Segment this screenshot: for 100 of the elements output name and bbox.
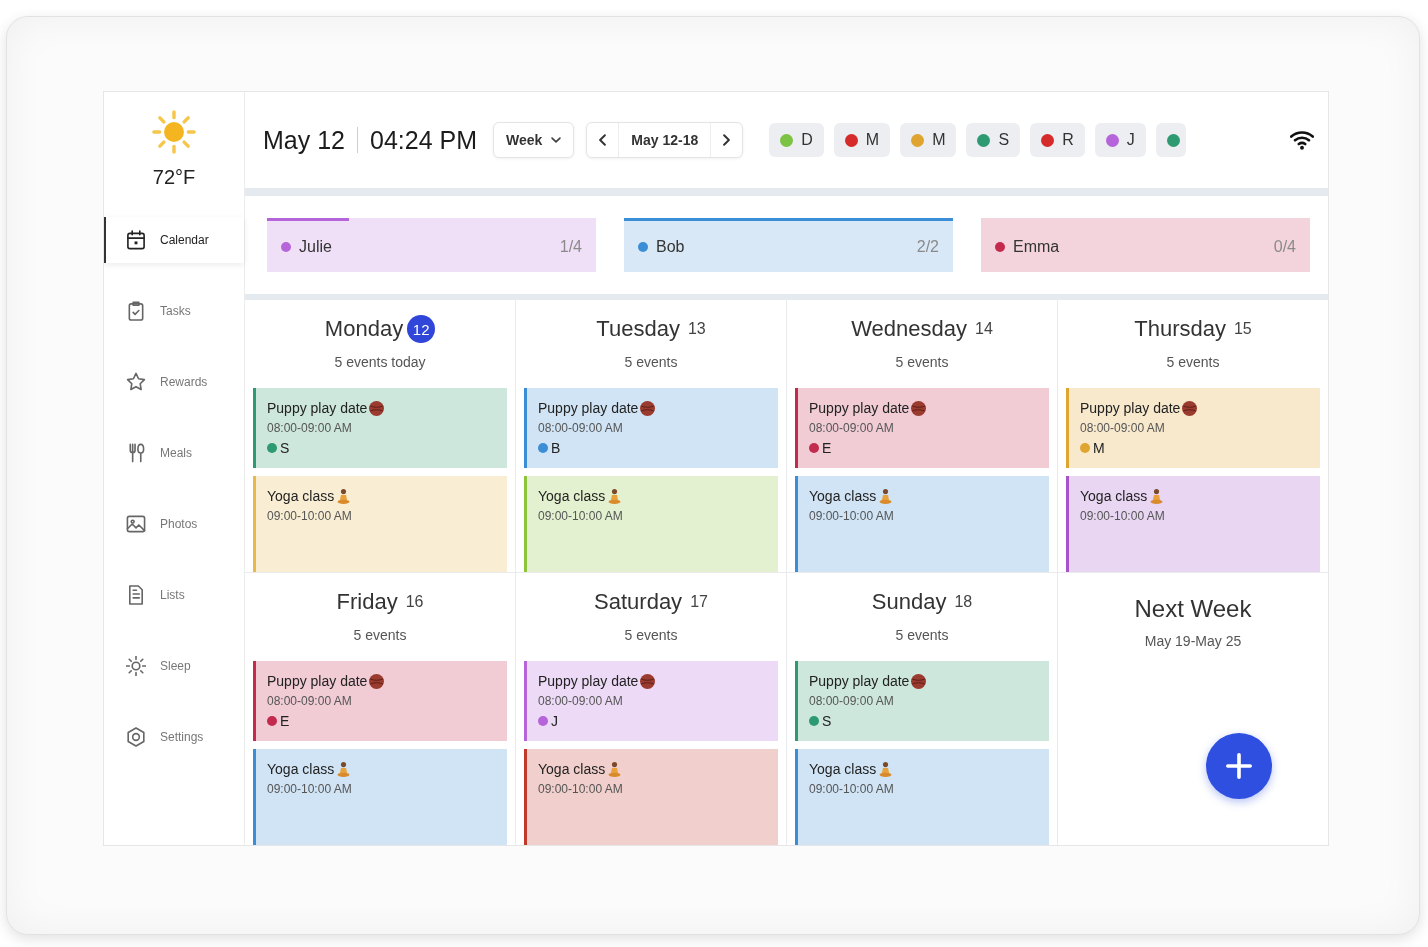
nav-item[interactable]: Rewards [104,349,244,415]
event-card[interactable]: Yoga class 09:00-10:00 AM [524,476,778,572]
day-name: Tuesday [596,316,680,342]
meditating-person-icon [336,488,352,504]
document-icon [126,585,146,605]
event-card[interactable]: Puppy play date 08:00-09:00 AM S [253,388,507,468]
event-card[interactable]: Yoga class 09:00-10:00 AM [253,476,507,572]
day-name: Monday [324,316,404,342]
nav-item[interactable]: Settings [104,704,244,770]
event-time: 09:00-10:00 AM [809,509,894,523]
family-member-chip[interactable]: J [1094,123,1146,157]
event-time: 09:00-10:00 AM [267,509,352,523]
event-card[interactable]: Yoga class 09:00-10:00 AM [795,749,1049,845]
event-title: Puppy play date [809,400,910,416]
family-member-chip[interactable] [1155,123,1186,157]
meditating-person-icon [607,761,623,777]
event-card[interactable]: Yoga class 09:00-10:00 AM [795,476,1049,572]
meditating-person-icon [878,761,894,777]
day-number: 16 [405,593,424,611]
event-count: 5 events today [334,354,426,370]
event-count: 5 events [895,354,949,370]
event-card[interactable]: Yoga class 09:00-10:00 AM [253,749,507,845]
day-name: Saturday [594,589,683,615]
date-text: May 12 [263,125,345,155]
person-progress-card[interactable]: Julie 1/4 [267,218,596,272]
person-initial: S [280,440,290,456]
event-time: 08:00-09:00 AM [267,421,353,435]
family-member-chip[interactable]: R [1030,123,1085,157]
event-time: 09:00-10:00 AM [809,782,894,796]
nav-item[interactable]: Photos [104,491,244,557]
event-card[interactable]: Puppy play date 08:00-09:00 AM B [524,388,778,468]
ball-icon [640,400,656,416]
person-name: Bob [656,237,685,256]
date-range-text: May 12-18 [618,123,712,157]
nav-item[interactable]: Lists [104,562,244,628]
day-number: 12 [407,315,436,343]
chevron-down-icon [551,137,562,143]
day-name: Thursday [1134,316,1226,342]
day-number: 14 [975,320,993,338]
star-icon [126,372,146,392]
person-initial: B [551,440,561,456]
event-time: 08:00-09:00 AM [1080,421,1166,435]
event-count: 5 events [895,627,949,643]
nav-item[interactable]: Sleep [104,633,244,699]
day-name: Wednesday [851,316,967,342]
ball-icon [911,400,927,416]
day-number: 13 [687,320,706,338]
temperature: 72°F [152,166,196,189]
image-icon [126,514,146,534]
family-member-chip[interactable]: M [833,123,891,157]
event-time: 08:00-09:00 AM [809,421,895,435]
add-event-button[interactable] [1206,733,1272,799]
person-progress-card[interactable]: Bob 2/2 [624,218,953,272]
task-count: 0/4 [1273,237,1296,256]
event-card[interactable]: Puppy play date 08:00-09:00 AM J [524,661,778,741]
event-title: Puppy play date [267,673,368,689]
day-number: 15 [1233,320,1252,338]
person-name: Emma [1013,237,1060,256]
event-card[interactable]: Puppy play date 08:00-09:00 AM E [795,388,1049,468]
chevron-right-icon [723,134,731,146]
person-initial: M [1093,440,1105,456]
event-title: Yoga class [538,761,606,777]
family-member-chip[interactable]: D [769,123,824,157]
event-title: Puppy play date [1080,400,1181,416]
sun-icon [126,656,146,676]
task-count: 2/2 [916,237,939,256]
meditating-person-icon [1149,488,1165,504]
event-time: 09:00-10:00 AM [1080,509,1165,523]
event-card[interactable]: Puppy play date 08:00-09:00 AM M [1066,388,1320,468]
calendar-icon [126,230,146,250]
fork-spoon-icon [126,443,146,463]
person-progress-card[interactable]: Emma 0/4 [981,218,1310,272]
nav-item[interactable]: Meals [104,420,244,486]
event-count: 5 events [1166,354,1220,370]
nav-item[interactable]: Calendar [104,217,244,263]
event-card[interactable]: Yoga class 09:00-10:00 AM [1066,476,1320,572]
family-member-chip[interactable]: S [966,123,1021,157]
event-title: Yoga class [809,488,877,504]
event-title: Yoga class [538,488,606,504]
event-time: 09:00-10:00 AM [538,509,623,523]
ball-icon [369,673,385,689]
event-card[interactable]: Puppy play date 08:00-09:00 AM E [253,661,507,741]
event-time: 09:00-10:00 AM [267,782,352,796]
event-card[interactable]: Yoga class 09:00-10:00 AM [524,749,778,845]
event-title: Puppy play date [538,400,639,416]
person-initial: E [822,440,832,456]
event-title: Yoga class [267,761,335,777]
chevron-left-icon [599,134,607,146]
meditating-person-icon [607,488,623,504]
event-title: Yoga class [1080,488,1148,504]
family-member-chip[interactable]: M [900,123,957,157]
event-title: Puppy play date [267,400,368,416]
event-title: Puppy play date [538,673,639,689]
ball-icon [369,400,385,416]
event-time: 08:00-09:00 AM [538,694,624,708]
view-dropdown[interactable]: Week [493,122,575,158]
event-card[interactable]: Puppy play date 08:00-09:00 AM S [795,661,1049,741]
nav-item[interactable]: Tasks [104,278,244,344]
event-title: Yoga class [267,488,335,504]
event-time: 09:00-10:00 AM [538,782,623,796]
